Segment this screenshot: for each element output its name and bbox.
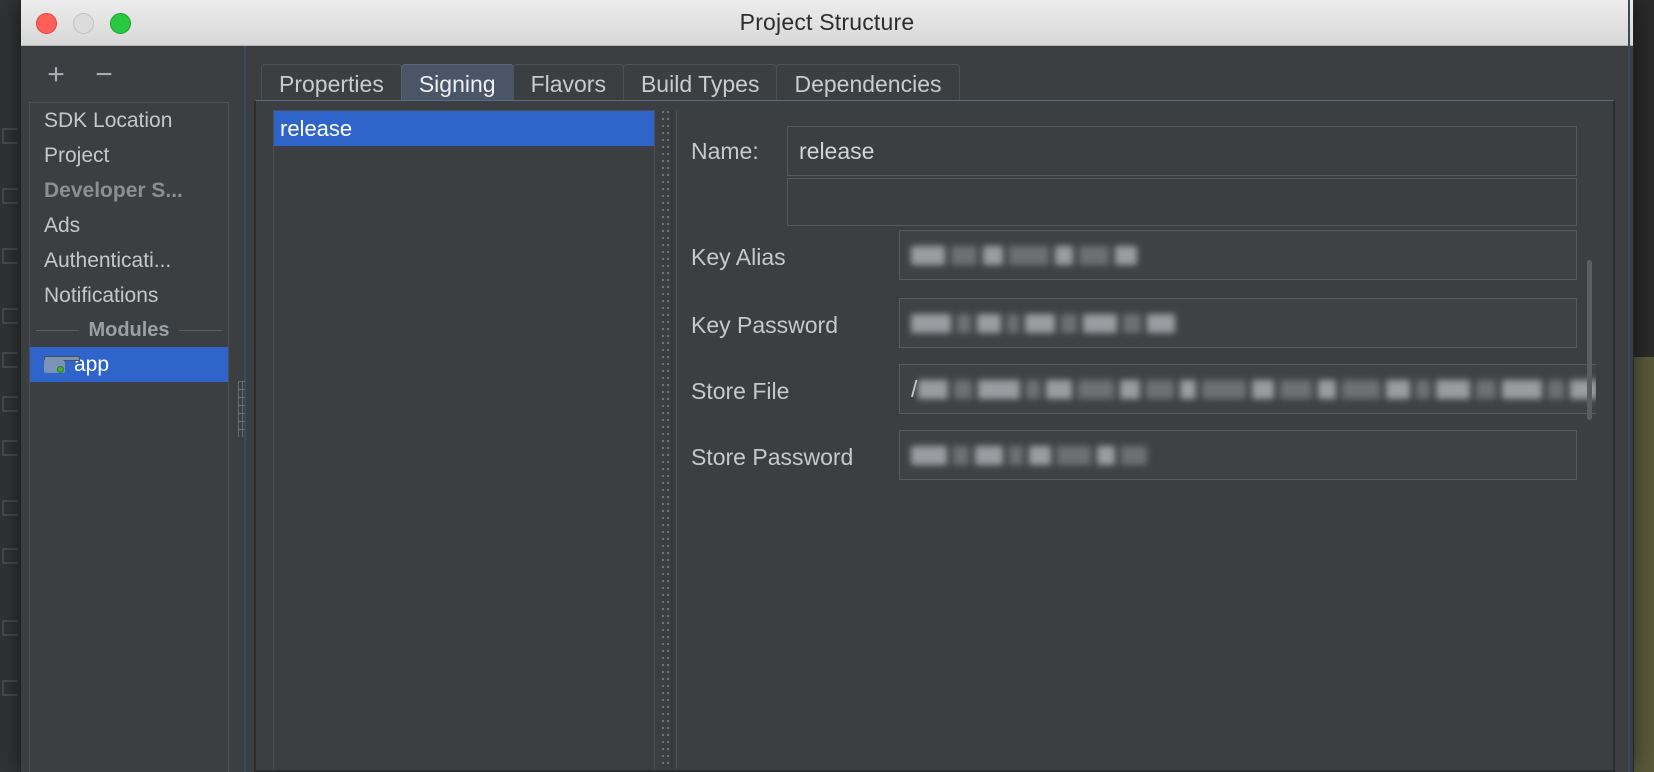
backdrop-gutter bbox=[0, 0, 20, 772]
sidebar-item-label: Developer S... bbox=[44, 178, 183, 202]
tab-bar: Properties Signing Flavors Build Types D… bbox=[261, 59, 960, 104]
sidebar-item-label: Notifications bbox=[44, 283, 159, 307]
splitter-edge bbox=[671, 110, 673, 769]
dialog-body: + − SDK Location Project Developer S... … bbox=[21, 46, 1633, 772]
window-controls[interactable] bbox=[36, 13, 131, 34]
add-module-button[interactable]: + bbox=[43, 60, 69, 90]
form-scrollbar[interactable] bbox=[1587, 260, 1592, 420]
splitter-dots bbox=[661, 110, 669, 769]
close-button[interactable] bbox=[36, 13, 57, 34]
gutter-glyph bbox=[2, 440, 18, 456]
sidebar-item-label: Project bbox=[44, 143, 110, 167]
sidebar-item-notifications[interactable]: Notifications bbox=[30, 278, 228, 313]
key-alias-input[interactable] bbox=[899, 230, 1577, 280]
tab-flavors[interactable]: Flavors bbox=[512, 64, 624, 104]
sidebar-group-modules: Modules bbox=[30, 313, 228, 347]
name-label: Name: bbox=[691, 137, 759, 164]
name-value: release bbox=[799, 137, 875, 164]
tab-build-types[interactable]: Build Types bbox=[622, 64, 778, 104]
gutter-glyph bbox=[2, 396, 18, 412]
sidebar-item-app[interactable]: app bbox=[30, 347, 228, 382]
splitter-grip[interactable] bbox=[238, 381, 245, 437]
tab-signing[interactable]: Signing bbox=[400, 64, 514, 104]
gutter-glyph bbox=[2, 352, 18, 368]
sidebar: + − SDK Location Project Developer S... … bbox=[21, 46, 229, 772]
signing-panel: release Name: release Key Alias Key Pass… bbox=[254, 100, 1615, 772]
signing-config-list: release bbox=[273, 110, 655, 769]
key-password-label: Key Password bbox=[691, 311, 839, 338]
sidebar-item-project[interactable]: Project bbox=[30, 138, 228, 173]
store-file-path-prefix: / bbox=[911, 375, 918, 402]
backdrop-right-panel bbox=[1634, 0, 1654, 357]
sidebar-item-label: Authenticati... bbox=[44, 248, 172, 272]
sidebar-item-authentication[interactable]: Authenticati... bbox=[30, 243, 228, 278]
gutter-glyph bbox=[2, 680, 18, 696]
backdrop-right-accent bbox=[1634, 357, 1654, 772]
sidebar-list: SDK Location Project Developer S... Ads … bbox=[29, 102, 229, 772]
form-row-store-file: Store File / bbox=[677, 364, 1596, 418]
store-password-value-redacted bbox=[911, 440, 1153, 470]
store-file-input[interactable]: / bbox=[899, 364, 1596, 414]
gutter-glyph bbox=[2, 128, 18, 144]
sidebar-item-developer-services[interactable]: Developer S... bbox=[30, 173, 228, 208]
sidebar-item-ads[interactable]: Ads bbox=[30, 208, 228, 243]
remove-module-button[interactable]: − bbox=[91, 60, 117, 90]
sidebar-item-label: Ads bbox=[44, 213, 81, 237]
minimize-button[interactable] bbox=[73, 13, 94, 34]
key-password-input[interactable] bbox=[899, 298, 1577, 348]
store-file-label: Store File bbox=[691, 377, 790, 404]
window-titlebar: Project Structure bbox=[21, 0, 1633, 46]
form-row-key-password: Key Password bbox=[677, 298, 1596, 352]
gutter-glyph bbox=[2, 548, 18, 564]
sidebar-toolbar: + − bbox=[21, 46, 229, 104]
store-file-value-redacted bbox=[918, 374, 1596, 404]
gutter-glyph bbox=[2, 188, 18, 204]
gutter-glyph bbox=[2, 308, 18, 324]
key-password-value-redacted bbox=[911, 308, 1181, 338]
sidebar-group-label: Modules bbox=[79, 318, 179, 342]
store-password-input[interactable] bbox=[899, 430, 1577, 480]
tab-dependencies[interactable]: Dependencies bbox=[776, 64, 960, 104]
folder-module-icon bbox=[44, 356, 80, 373]
key-alias-value-redacted bbox=[911, 240, 1143, 270]
window-title: Project Structure bbox=[739, 9, 915, 35]
form-row-store-password: Store Password bbox=[677, 430, 1596, 484]
name-input[interactable]: release bbox=[787, 126, 1577, 176]
gutter-glyph bbox=[2, 500, 18, 516]
project-structure-dialog: Project Structure + − SDK Location Proje… bbox=[20, 0, 1634, 772]
list-item-label: release bbox=[280, 115, 353, 141]
sidebar-splitter[interactable] bbox=[233, 46, 249, 772]
signing-form: Name: release Key Alias Key Password Sto… bbox=[676, 110, 1596, 769]
store-password-label: Store Password bbox=[691, 443, 854, 470]
list-item[interactable]: release bbox=[274, 111, 654, 146]
form-row-name: Name: release bbox=[677, 124, 1596, 178]
form-row-key-alias: Key Alias bbox=[677, 230, 1596, 284]
sidebar-item-sdk-location[interactable]: SDK Location bbox=[30, 103, 228, 138]
zoom-button[interactable] bbox=[110, 13, 131, 34]
tab-properties[interactable]: Properties bbox=[261, 64, 402, 104]
key-alias-label: Key Alias bbox=[691, 243, 786, 270]
content-splitter[interactable] bbox=[657, 110, 675, 769]
sidebar-item-label: SDK Location bbox=[44, 108, 173, 132]
dialog-right-rail bbox=[1628, 0, 1630, 772]
gutter-glyph bbox=[2, 620, 18, 636]
name-secondary-field[interactable] bbox=[787, 178, 1577, 226]
gutter-glyph bbox=[2, 248, 18, 264]
